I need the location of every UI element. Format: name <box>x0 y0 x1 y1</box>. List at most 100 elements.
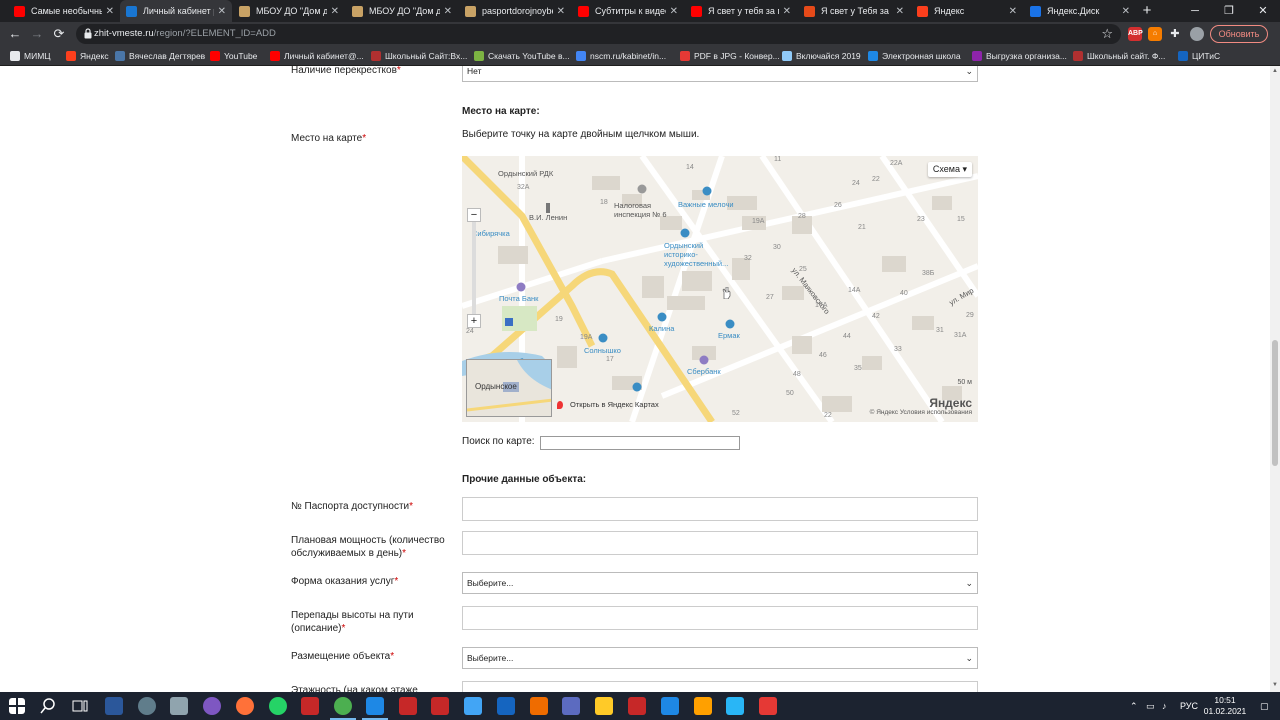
address-bar[interactable]: zhit-vmeste.ru/region/?ELEMENT_ID=ADD ☆ <box>76 24 1121 44</box>
app-icon[interactable] <box>759 697 777 715</box>
bookmark-item[interactable]: YouTube <box>210 49 257 63</box>
bookmark-item[interactable]: ЦИТиС <box>1178 49 1220 63</box>
maximize-window-icon[interactable]: ❐ <box>1212 0 1246 22</box>
app-icon[interactable] <box>464 697 482 715</box>
app-icon[interactable] <box>661 697 679 715</box>
bookmark-item[interactable]: МИМЦ <box>10 49 51 63</box>
close-tab-icon[interactable]: ✕ <box>218 6 226 17</box>
tray-language[interactable]: РУС <box>1180 692 1198 720</box>
bookmark-item[interactable]: Личный кабинет@... <box>270 49 364 63</box>
bookmark-item[interactable]: Скачать YouTube в... <box>474 49 570 63</box>
bookmark-star-icon[interactable]: ☆ <box>1101 26 1113 42</box>
close-tab-icon[interactable]: ✕ <box>557 6 565 17</box>
minimize-window-icon[interactable]: ─ <box>1178 0 1212 22</box>
app-icon[interactable] <box>170 697 188 715</box>
close-tab-icon[interactable]: ✕ <box>444 6 452 17</box>
crossroads-select[interactable]: Нет ⌄ <box>462 66 978 82</box>
notifications-icon[interactable]: ▢ <box>1260 692 1269 720</box>
bookmark-favicon-icon <box>474 51 484 61</box>
app-icon[interactable] <box>628 697 646 715</box>
browser-tab[interactable]: Я свет у тебя за пле ✕ <box>685 0 797 22</box>
bookmark-item[interactable]: Выгрузка организа... <box>972 49 1067 63</box>
capacity-input[interactable] <box>462 531 978 555</box>
map-search-input[interactable] <box>540 436 740 450</box>
taskbar-clock[interactable]: 10:51 01.02.2021 <box>1198 695 1252 717</box>
word-icon[interactable] <box>105 697 123 715</box>
app-icon[interactable] <box>530 697 548 715</box>
profile-avatar[interactable] <box>1190 27 1204 41</box>
back-icon[interactable]: ← <box>6 25 24 43</box>
close-tab-icon[interactable]: ✕ <box>1122 6 1130 17</box>
app-icon[interactable] <box>399 697 417 715</box>
extension-icon[interactable]: ⌂ <box>1148 27 1162 41</box>
yandex-map[interactable]: Ордынский РДК В.И. Ленин Налоговая инспе… <box>462 156 978 422</box>
browser-tab[interactable]: Яндекс.Диск ✕ <box>1024 0 1136 22</box>
search-icon[interactable] <box>39 697 57 715</box>
bookmark-item[interactable]: PDF в JPG - Конвер... <box>680 49 780 63</box>
windows-start-icon[interactable] <box>9 698 25 714</box>
close-window-icon[interactable]: ✕ <box>1246 0 1280 22</box>
floors-input[interactable] <box>462 681 978 692</box>
tray-network-icon[interactable]: ▭ <box>1146 692 1155 720</box>
bookmark-item[interactable]: Школьный Сайт:Вх... <box>371 49 467 63</box>
app-icon[interactable] <box>301 697 319 715</box>
firefox-icon[interactable] <box>236 697 254 715</box>
browser-tab[interactable]: Самые необычные ✕ <box>8 0 120 22</box>
zoom-out-button[interactable]: − <box>467 208 481 222</box>
bookmark-item[interactable]: Электронная школа <box>868 49 961 63</box>
whatsapp-icon[interactable] <box>269 697 287 715</box>
update-button[interactable]: Обновить <box>1210 25 1268 43</box>
close-tab-icon[interactable]: ✕ <box>331 6 339 17</box>
map-minimap[interactable]: Ордынское <box>466 359 552 417</box>
map-copyright[interactable]: © Яндекс Условия использования <box>870 409 972 416</box>
adblock-extension-icon[interactable]: ABP <box>1128 27 1143 41</box>
height-diff-input[interactable] <box>462 606 978 630</box>
close-tab-icon[interactable]: ✕ <box>783 6 791 17</box>
tray-volume-icon[interactable]: ♪ <box>1162 692 1167 720</box>
browser-tab[interactable]: МБОУ ДО "Дом де ✕ <box>233 0 345 22</box>
file-explorer-icon[interactable] <box>595 697 613 715</box>
app-icon[interactable] <box>562 697 580 715</box>
service-form-select[interactable]: Выберите... ⌄ <box>462 572 978 594</box>
bookmark-item[interactable]: Включайся 2019 <box>782 49 861 63</box>
app-icon[interactable] <box>497 697 515 715</box>
new-tab-button[interactable]: + <box>1138 2 1156 20</box>
open-in-yandex-maps-link[interactable]: Открыть в Яндекс Картах <box>557 400 659 409</box>
house-number: 30 <box>773 244 781 251</box>
map-scheme-button[interactable]: Схема ▾ <box>927 162 972 177</box>
browser-tab[interactable]: Яндекс ✕ <box>911 0 1023 22</box>
app-icon[interactable] <box>694 697 712 715</box>
chrome-icon[interactable] <box>334 697 352 715</box>
forward-icon[interactable]: → <box>28 25 46 43</box>
browser-tab[interactable]: Субтитры к видео ✕ <box>572 0 684 22</box>
app-icon[interactable] <box>726 697 744 715</box>
browser-tab[interactable]: Я свет у Тебя за пле ✕ <box>798 0 910 22</box>
app-icon[interactable] <box>203 697 221 715</box>
placement-select[interactable]: Выберите... ⌄ <box>462 647 978 669</box>
browser-tab[interactable]: pasportdorojnoybe ✕ <box>459 0 571 22</box>
extensions-puzzle-icon[interactable]: ✚ <box>1168 27 1182 41</box>
close-tab-icon[interactable]: ✕ <box>1009 6 1017 17</box>
app-icon[interactable] <box>431 697 449 715</box>
app-icon[interactable] <box>366 697 384 715</box>
browser-tab[interactable]: МБОУ ДО "Дом де ✕ <box>346 0 458 22</box>
zoom-slider[interactable] <box>472 222 476 314</box>
reload-icon[interactable]: ⟳ <box>50 25 68 43</box>
scroll-down-icon[interactable]: ▼ <box>1272 682 1278 690</box>
tray-chevron-icon[interactable]: ⌃ <box>1130 692 1138 720</box>
passport-input[interactable] <box>462 497 978 521</box>
app-icon[interactable] <box>138 697 156 715</box>
browser-tab[interactable]: Личный кабинет р ✕ <box>120 0 232 22</box>
close-tab-icon[interactable]: ✕ <box>670 6 678 17</box>
bookmark-item[interactable]: Школьный сайт. Ф... <box>1073 49 1165 63</box>
close-tab-icon[interactable]: ✕ <box>896 6 904 17</box>
scroll-up-icon[interactable]: ▲ <box>1272 68 1278 76</box>
bookmark-item[interactable]: nscm.ru/kabinet/in... <box>576 49 666 63</box>
scrollbar-thumb[interactable] <box>1272 340 1278 466</box>
zoom-in-button[interactable]: + <box>467 314 481 328</box>
bookmark-item[interactable]: Яндекс <box>66 49 109 63</box>
page-scrollbar[interactable]: ▲ ▼ <box>1270 66 1280 692</box>
bookmark-item[interactable]: Вячеслав Дегтярев <box>115 49 205 63</box>
close-tab-icon[interactable]: ✕ <box>106 6 114 17</box>
task-view-icon[interactable] <box>71 697 89 715</box>
